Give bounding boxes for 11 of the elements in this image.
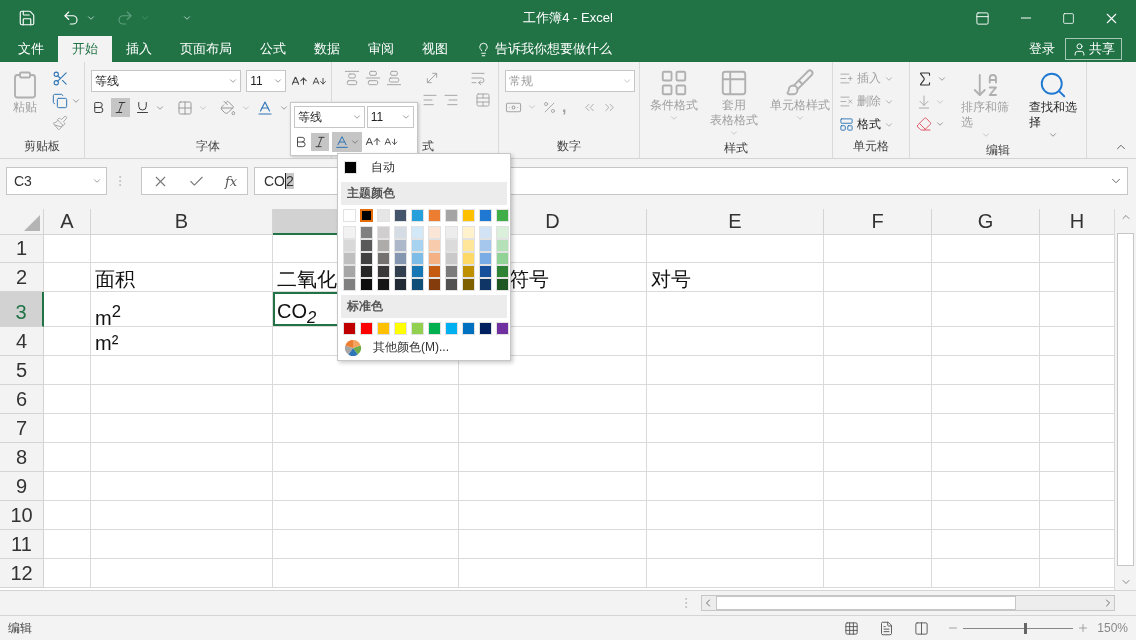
status-mode: 编辑 <box>8 619 32 637</box>
group-label: 编辑 <box>986 142 1010 159</box>
standard-colors-heading: 标准色 <box>341 295 507 318</box>
group-label: 数字 <box>557 138 581 155</box>
theme-colors-heading: 主题颜色 <box>341 182 507 205</box>
group-label: 字体 <box>196 138 220 155</box>
group-label: 剪贴板 <box>24 138 60 155</box>
group-label: 单元格 <box>853 138 889 155</box>
group-label: 样式 <box>724 140 748 157</box>
window-title: 工作簿4 - Excel <box>523 9 613 27</box>
group-label: 式 <box>422 138 434 155</box>
